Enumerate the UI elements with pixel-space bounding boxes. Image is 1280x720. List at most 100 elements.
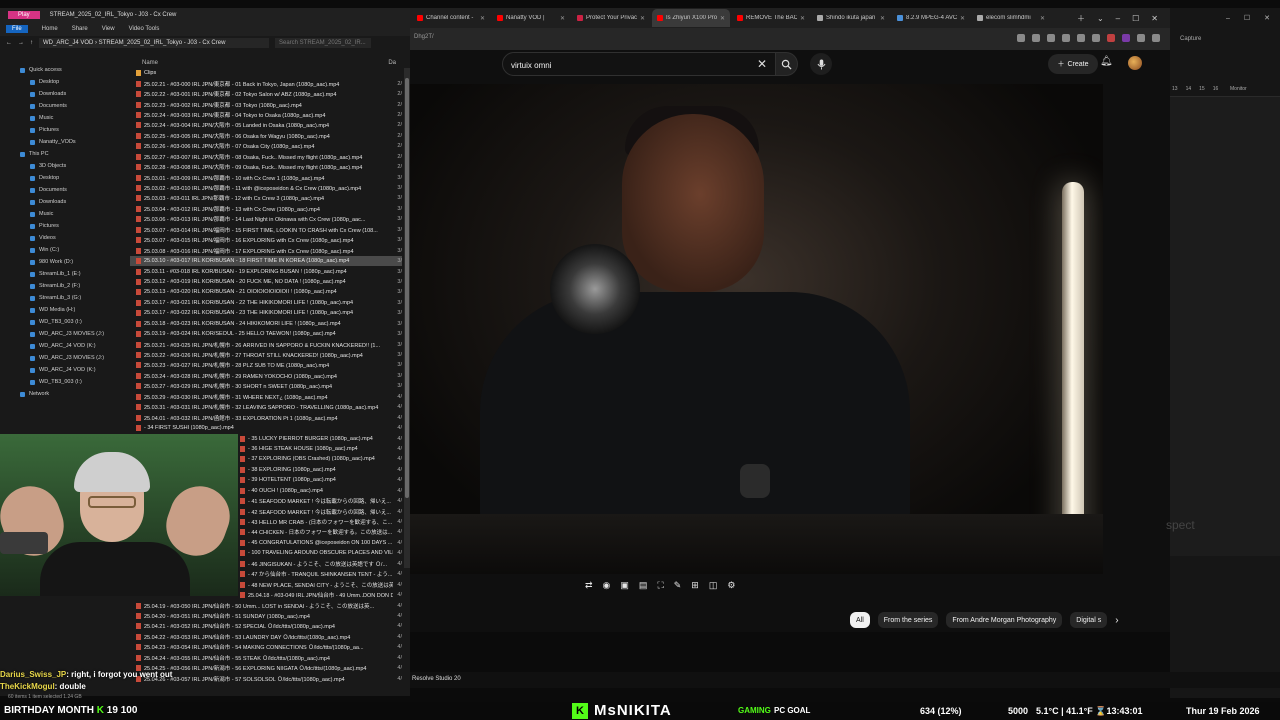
nav-item[interactable]: StreamLib_1 (E:) <box>0 268 128 280</box>
play-tab[interactable]: Play <box>8 11 40 19</box>
close-icon[interactable]: ✕ <box>1264 14 1270 22</box>
extension-icon[interactable] <box>1017 34 1025 42</box>
ribbon-home[interactable]: Home <box>42 26 58 32</box>
tab-close-icon[interactable]: ✕ <box>1040 15 1045 22</box>
maximize-icon[interactable]: ☐ <box>1132 14 1139 23</box>
tab-close-icon[interactable]: ✕ <box>640 15 645 22</box>
file-row[interactable]: 25.03.27 - #03-029 IRL JPN/札幌市 - 30 SHOR… <box>130 381 402 391</box>
file-row[interactable]: 25.03.17 - #03-021 IRL KOR/BUSAN - 22 TH… <box>130 298 402 308</box>
nav-item[interactable]: Desktop <box>0 76 128 88</box>
file-row[interactable]: 25.03.10 - #03-017 IRL KOR/BUSAN - 18 FI… <box>130 255 402 267</box>
file-row[interactable]: 25.02.24 - #03-003 IRL JPN/東京都 - 04 Toky… <box>130 110 402 120</box>
file-row[interactable]: 25.03.17 - #03-022 IRL KOR/BUSAN - 23 TH… <box>130 308 402 318</box>
avatar[interactable] <box>1128 56 1142 70</box>
nav-item[interactable]: WD_ARC_J4 VOD (K:) <box>0 364 128 376</box>
profile-icon[interactable] <box>1137 34 1145 42</box>
nav-item[interactable]: Desktop <box>0 172 128 184</box>
tab-close-icon[interactable]: ✕ <box>800 15 805 22</box>
tab-close-icon[interactable]: ✕ <box>480 15 485 22</box>
nav-item[interactable]: Win (C:) <box>0 244 128 256</box>
scroll-thumb[interactable] <box>405 78 409 498</box>
ribbon-file[interactable]: File <box>6 25 28 33</box>
file-row[interactable]: 25.03.04 - #03-012 IRL JPN/那覇市 - 13 with… <box>130 204 402 214</box>
nav-item[interactable]: Downloads <box>0 196 128 208</box>
file-row[interactable]: 25.03.03 - #03-011 IRL JPN/那覇市 - 12 with… <box>130 193 402 203</box>
minimize-icon[interactable]: – <box>1116 14 1120 23</box>
file-row[interactable]: Clips <box>130 68 402 78</box>
settings-icon[interactable]: ⚙ <box>727 580 735 591</box>
nav-item[interactable]: Music <box>0 112 128 124</box>
nav-item[interactable]: WD_ARC_J3 MOVIES (J:) <box>0 328 128 340</box>
file-row[interactable]: 25.03.23 - #03-027 IRL JPN/札幌市 - 28 PLZ … <box>130 360 402 370</box>
close-icon[interactable]: ✕ <box>1151 14 1158 23</box>
resolve-taskbar-label[interactable]: Resolve Studio 20 <box>412 676 461 682</box>
nav-item[interactable]: Documents <box>0 184 128 196</box>
file-row[interactable]: 25.03.06 - #03-013 IRL JPN/那覇市 - 14 Last… <box>130 214 402 224</box>
file-row[interactable]: 25.04.23 - #03-054 IRL JPN/仙台市 - 54 MAKI… <box>130 642 402 652</box>
address-bar[interactable]: Dhg2T/ <box>410 28 1170 50</box>
file-row[interactable]: 25.02.22 - #03-001 IRL JPN/東京都 - 02 Toky… <box>130 89 402 99</box>
browser-tab[interactable]: Protect Your Privac ✕ <box>572 9 650 27</box>
extension-icon[interactable] <box>1032 34 1040 42</box>
clear-search-icon[interactable]: ✕ <box>757 57 767 71</box>
loop-icon[interactable]: ⇄ <box>585 580 593 591</box>
tab-list-icon[interactable]: ⌄ <box>1097 14 1104 23</box>
nav-item[interactable]: WD_TB3_003 (I:) <box>0 316 128 328</box>
caption-icon[interactable]: ⊞ <box>691 580 699 591</box>
file-row[interactable]: 25.03.02 - #03-010 IRL JPN/那覇市 - 11 with… <box>130 183 402 193</box>
nav-item[interactable]: Downloads <box>0 88 128 100</box>
column-date[interactable]: Da <box>388 60 396 66</box>
menu-icon[interactable] <box>1152 34 1160 42</box>
edit-icon[interactable]: ✎ <box>674 580 682 591</box>
nav-item[interactable]: WD_ARC_J4 VOD (K:) <box>0 340 128 352</box>
notifications-icon[interactable]: 🔔︎ <box>1100 56 1113 67</box>
file-row[interactable]: 25.02.24 - #03-004 IRL JPN/大阪市 - 05 Land… <box>130 120 402 130</box>
browser-tab[interactable]: elecom slimhdmi ✕ <box>972 9 1050 27</box>
nav-item[interactable]: Nanatty_VODs <box>0 136 128 148</box>
extension-icon[interactable] <box>1062 34 1070 42</box>
back-icon[interactable]: ← <box>6 40 12 46</box>
tab-close-icon[interactable]: ✕ <box>960 15 965 22</box>
browser-tab[interactable]: Is Zhiyun X100 Pro ✕ <box>652 9 730 27</box>
browser-tab[interactable]: Channel content - ✕ <box>412 9 490 27</box>
file-row[interactable]: 25.03.13 - #03-020 IRL KOR/BUSAN - 21 OI… <box>130 287 402 297</box>
nav-item[interactable]: Quick access <box>0 64 128 76</box>
minimize-icon[interactable]: – <box>1226 15 1230 22</box>
nav-item[interactable]: WD_TB3_003 (I:) <box>0 376 128 388</box>
file-row[interactable]: 25.02.25 - #03-005 IRL JPN/大阪市 - 06 Osak… <box>130 131 402 141</box>
tab-close-icon[interactable]: ✕ <box>560 15 565 22</box>
create-button[interactable]: ＋ Create <box>1048 54 1098 74</box>
chip-from-series[interactable]: From the series <box>877 612 939 628</box>
browser-tab[interactable]: Shindo ikuta japan ✕ <box>812 9 890 27</box>
file-row[interactable]: 25.04.22 - #03-053 IRL JPN/仙台市 - 53 LAUN… <box>130 632 402 642</box>
nav-item[interactable]: WD Media (H:) <box>0 304 128 316</box>
tab-close-icon[interactable]: ✕ <box>880 15 885 22</box>
audio-icon[interactable]: ◉ <box>603 580 611 591</box>
file-row[interactable]: 25.02.28 - #03-008 IRL JPN/大阪市 - 09 Osak… <box>130 162 402 172</box>
nav-item[interactable]: Network <box>0 388 128 400</box>
file-row[interactable]: - 34 FIRST SUSHI (1080p_aac).mp4 4/ <box>130 423 402 433</box>
nav-item[interactable]: Videos <box>0 232 128 244</box>
file-row[interactable]: 25.03.31 - #03-031 IRL JPN/札幌市 - 32 LEAV… <box>130 402 402 412</box>
file-row[interactable]: 25.04.01 - #03-032 IRL JPN/函館市 - 33 EXPL… <box>130 412 402 422</box>
explorer-address-input[interactable]: WD_ARC_J4 VOD › STREAM_2025_02_IRL_Tokyo… <box>39 38 269 48</box>
nav-item[interactable]: 3D Objects <box>0 160 128 172</box>
file-row[interactable]: 25.03.29 - #03-030 IRL JPN/札幌市 - 31 WHER… <box>130 392 402 402</box>
nav-item[interactable]: Pictures <box>0 124 128 136</box>
ribbon-video-tools[interactable]: Video Tools <box>129 26 160 32</box>
file-row[interactable]: 25.03.24 - #03-028 IRL JPN/札幌市 - 29 RAME… <box>130 371 402 381</box>
nav-item[interactable]: WD_ARC_J3 MOVIES (J:) <box>0 352 128 364</box>
up-icon[interactable]: ↑ <box>30 40 33 46</box>
file-row[interactable]: 25.02.27 - #03-007 IRL JPN/大阪市 - 08 Osak… <box>130 152 402 162</box>
nav-item[interactable]: 980 Work (D:) <box>0 256 128 268</box>
voice-search-button[interactable] <box>810 53 832 75</box>
crop-icon[interactable]: ⛶ <box>657 580 663 591</box>
file-list-scrollbar[interactable] <box>404 68 410 568</box>
file-row[interactable]: 25.03.07 - #03-015 IRL JPN/福岡市 - 16 EXPL… <box>130 235 402 245</box>
file-row[interactable]: 25.03.18 - #03-023 IRL KOR/BUSAN - 24 HI… <box>130 319 402 329</box>
chip-digital[interactable]: Digital s <box>1070 612 1108 628</box>
maximize-icon[interactable]: ☐ <box>1244 14 1250 22</box>
file-row[interactable]: 25.03.07 - #03-014 IRL JPN/福岡市 - 15 FIRS… <box>130 225 402 235</box>
nav-item[interactable]: This PC <box>0 148 128 160</box>
file-row[interactable]: 25.04.24 - #03-055 IRL JPN/仙台市 - 55 STEA… <box>130 653 402 663</box>
